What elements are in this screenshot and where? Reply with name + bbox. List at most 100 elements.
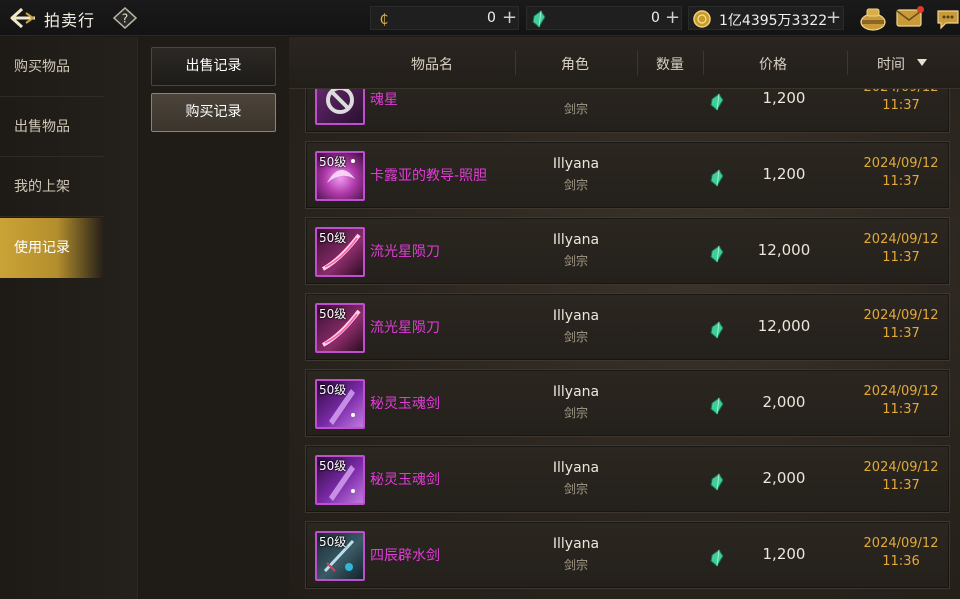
table-header: 物品名 角色 数量 价格 时间 bbox=[289, 37, 960, 89]
nav-usage-records-label: 使用记录 bbox=[14, 240, 70, 256]
table-row[interactable]: 50级 流光星陨刀 Illyana 剑宗 12,000 2024/09/12 1… bbox=[305, 293, 950, 361]
item-level: 50级 bbox=[319, 307, 347, 321]
item-level: 50级 bbox=[319, 459, 347, 473]
sale-time: 11:36 bbox=[882, 554, 920, 569]
price: 12,000 bbox=[757, 241, 811, 259]
column-header-item-name: 物品名 bbox=[411, 57, 453, 73]
sale-time: 11:37 bbox=[882, 402, 920, 417]
role-name: Illyana bbox=[552, 156, 600, 172]
role-name: Illyana bbox=[552, 460, 600, 476]
page-title: 拍卖行 bbox=[44, 11, 96, 30]
item-name: 流光星陨刀 bbox=[370, 320, 440, 336]
sale-time: 11:37 bbox=[882, 478, 920, 493]
column-divider bbox=[515, 51, 516, 75]
role-name: Illyana bbox=[552, 308, 600, 324]
katana-icon: 50级 bbox=[315, 303, 365, 353]
currency-gold-value: 1亿4395万3322 bbox=[719, 13, 828, 29]
add-c-coin-button[interactable]: + bbox=[502, 8, 517, 28]
item-name: 四辰辟水剑 bbox=[370, 548, 440, 564]
item-name: 秘灵玉魂剑 bbox=[370, 472, 440, 488]
nav-buy-items-label: 购买物品 bbox=[14, 59, 70, 75]
item-name: 魂星 bbox=[370, 92, 398, 108]
price: 12,000 bbox=[757, 317, 811, 335]
sort-down-icon[interactable] bbox=[916, 58, 928, 67]
nav-sell-items[interactable]: 出售物品 bbox=[0, 97, 104, 157]
item-level: 50级 bbox=[319, 535, 347, 549]
role-name: Illyana bbox=[552, 384, 600, 400]
role-name: Illyana bbox=[552, 536, 600, 552]
spirit-sword-icon: 50级 bbox=[315, 455, 365, 505]
crescent-blade-icon: 50级 bbox=[315, 151, 365, 201]
help-icon[interactable]: ? bbox=[113, 7, 137, 29]
role-class: 剑宗 bbox=[563, 102, 588, 116]
tab-purchase-records[interactable]: 购买记录 bbox=[151, 93, 276, 132]
item-name: 卡露亚的教导-照胆 bbox=[370, 168, 488, 184]
svg-text:₵: ₵ bbox=[380, 12, 389, 27]
gem-icon bbox=[710, 473, 724, 491]
records-list[interactable]: 魂星 剑宗 1,200 2024/09/12 11:37 50级 卡露亚的教导-… bbox=[289, 37, 960, 599]
item-level: 50级 bbox=[319, 231, 347, 245]
table-row[interactable]: 50级 秘灵玉魂剑 Illyana 剑宗 2,000 2024/09/12 11… bbox=[305, 445, 950, 513]
table-row[interactable]: 50级 四辰辟水剑 Illyana 剑宗 1,200 2024/09/12 11… bbox=[305, 521, 950, 589]
item-name: 流光星陨刀 bbox=[370, 244, 440, 260]
price: 1,200 bbox=[762, 165, 806, 183]
column-divider bbox=[637, 51, 638, 75]
currency-c-coin: ₵ 0 + bbox=[370, 6, 519, 30]
gem-icon bbox=[710, 169, 724, 187]
c-coin-icon: ₵ bbox=[380, 12, 389, 27]
table-row[interactable]: 50级 卡露亚的教导-照胆 Illyana 剑宗 1,200 2024/09/1… bbox=[305, 141, 950, 209]
price: 1,200 bbox=[762, 89, 806, 107]
item-level: 50级 bbox=[319, 383, 347, 397]
role-class: 剑宗 bbox=[563, 558, 588, 572]
sale-date: 2024/09/12 bbox=[863, 536, 939, 551]
column-header-quantity: 数量 bbox=[656, 57, 684, 73]
currency-gold: 1亿4395万3322 + bbox=[688, 6, 844, 30]
top-bar: 拍卖行 ? ₵ 0 + 0 + 1亿4395万3322 + bbox=[0, 0, 960, 36]
role-class: 剑宗 bbox=[563, 482, 588, 496]
chat-icon[interactable] bbox=[936, 8, 960, 30]
left-nav: 购买物品 出售物品 我的上架 使用记录 bbox=[0, 37, 138, 599]
sale-time: 11:37 bbox=[882, 174, 920, 189]
gem-icon bbox=[710, 245, 724, 263]
sale-date: 2024/09/12 bbox=[863, 384, 939, 399]
svg-text:?: ? bbox=[122, 12, 128, 26]
mail-notification-dot bbox=[917, 6, 924, 13]
price: 2,000 bbox=[762, 469, 806, 487]
column-header-price: 价格 bbox=[759, 57, 787, 73]
back-arrow-icon[interactable] bbox=[8, 6, 38, 30]
column-header-role: 角色 bbox=[561, 57, 589, 73]
sale-time: 11:37 bbox=[882, 98, 920, 113]
add-gold-button[interactable]: + bbox=[826, 8, 841, 28]
spirit-sword-icon: 50级 bbox=[315, 379, 365, 429]
item-name: 秘灵玉魂剑 bbox=[370, 396, 440, 412]
nav-buy-items[interactable]: 购买物品 bbox=[0, 37, 104, 97]
gem-icon bbox=[710, 549, 724, 567]
column-header-time[interactable]: 时间 bbox=[863, 54, 919, 74]
nav-sell-items-label: 出售物品 bbox=[14, 119, 70, 135]
katana-icon: 50级 bbox=[315, 227, 365, 277]
sale-time: 11:37 bbox=[882, 250, 920, 265]
sale-date: 2024/09/12 bbox=[863, 156, 939, 171]
gem-icon bbox=[710, 397, 724, 415]
table-row[interactable]: 50级 秘灵玉魂剑 Illyana 剑宗 2,000 2024/09/12 11… bbox=[305, 369, 950, 437]
column-divider bbox=[847, 51, 848, 75]
role-class: 剑宗 bbox=[563, 406, 588, 420]
record-tabs: 出售记录 购买记录 bbox=[139, 37, 289, 599]
role-class: 剑宗 bbox=[563, 254, 588, 268]
add-gem-button[interactable]: + bbox=[665, 8, 680, 28]
gem-icon bbox=[710, 93, 724, 111]
tab-sale-records[interactable]: 出售记录 bbox=[151, 47, 276, 86]
table-row[interactable]: 50级 流光星陨刀 Illyana 剑宗 12,000 2024/09/12 1… bbox=[305, 217, 950, 285]
records-table[interactable]: 魂星 剑宗 1,200 2024/09/12 11:37 50级 卡露亚的教导-… bbox=[289, 37, 960, 599]
nav-usage-records[interactable]: 使用记录 bbox=[0, 218, 104, 278]
currency-c-coin-value: 0 bbox=[487, 10, 496, 26]
column-divider bbox=[703, 51, 704, 75]
item-level: 50级 bbox=[319, 155, 347, 169]
currency-gem: 0 + bbox=[526, 6, 682, 30]
price: 2,000 bbox=[762, 393, 806, 411]
money-bag-icon[interactable] bbox=[859, 5, 887, 31]
gem-icon bbox=[532, 10, 546, 28]
sale-date: 2024/09/12 bbox=[863, 232, 939, 247]
price: 1,200 bbox=[762, 545, 806, 563]
nav-my-listings[interactable]: 我的上架 bbox=[0, 157, 104, 217]
